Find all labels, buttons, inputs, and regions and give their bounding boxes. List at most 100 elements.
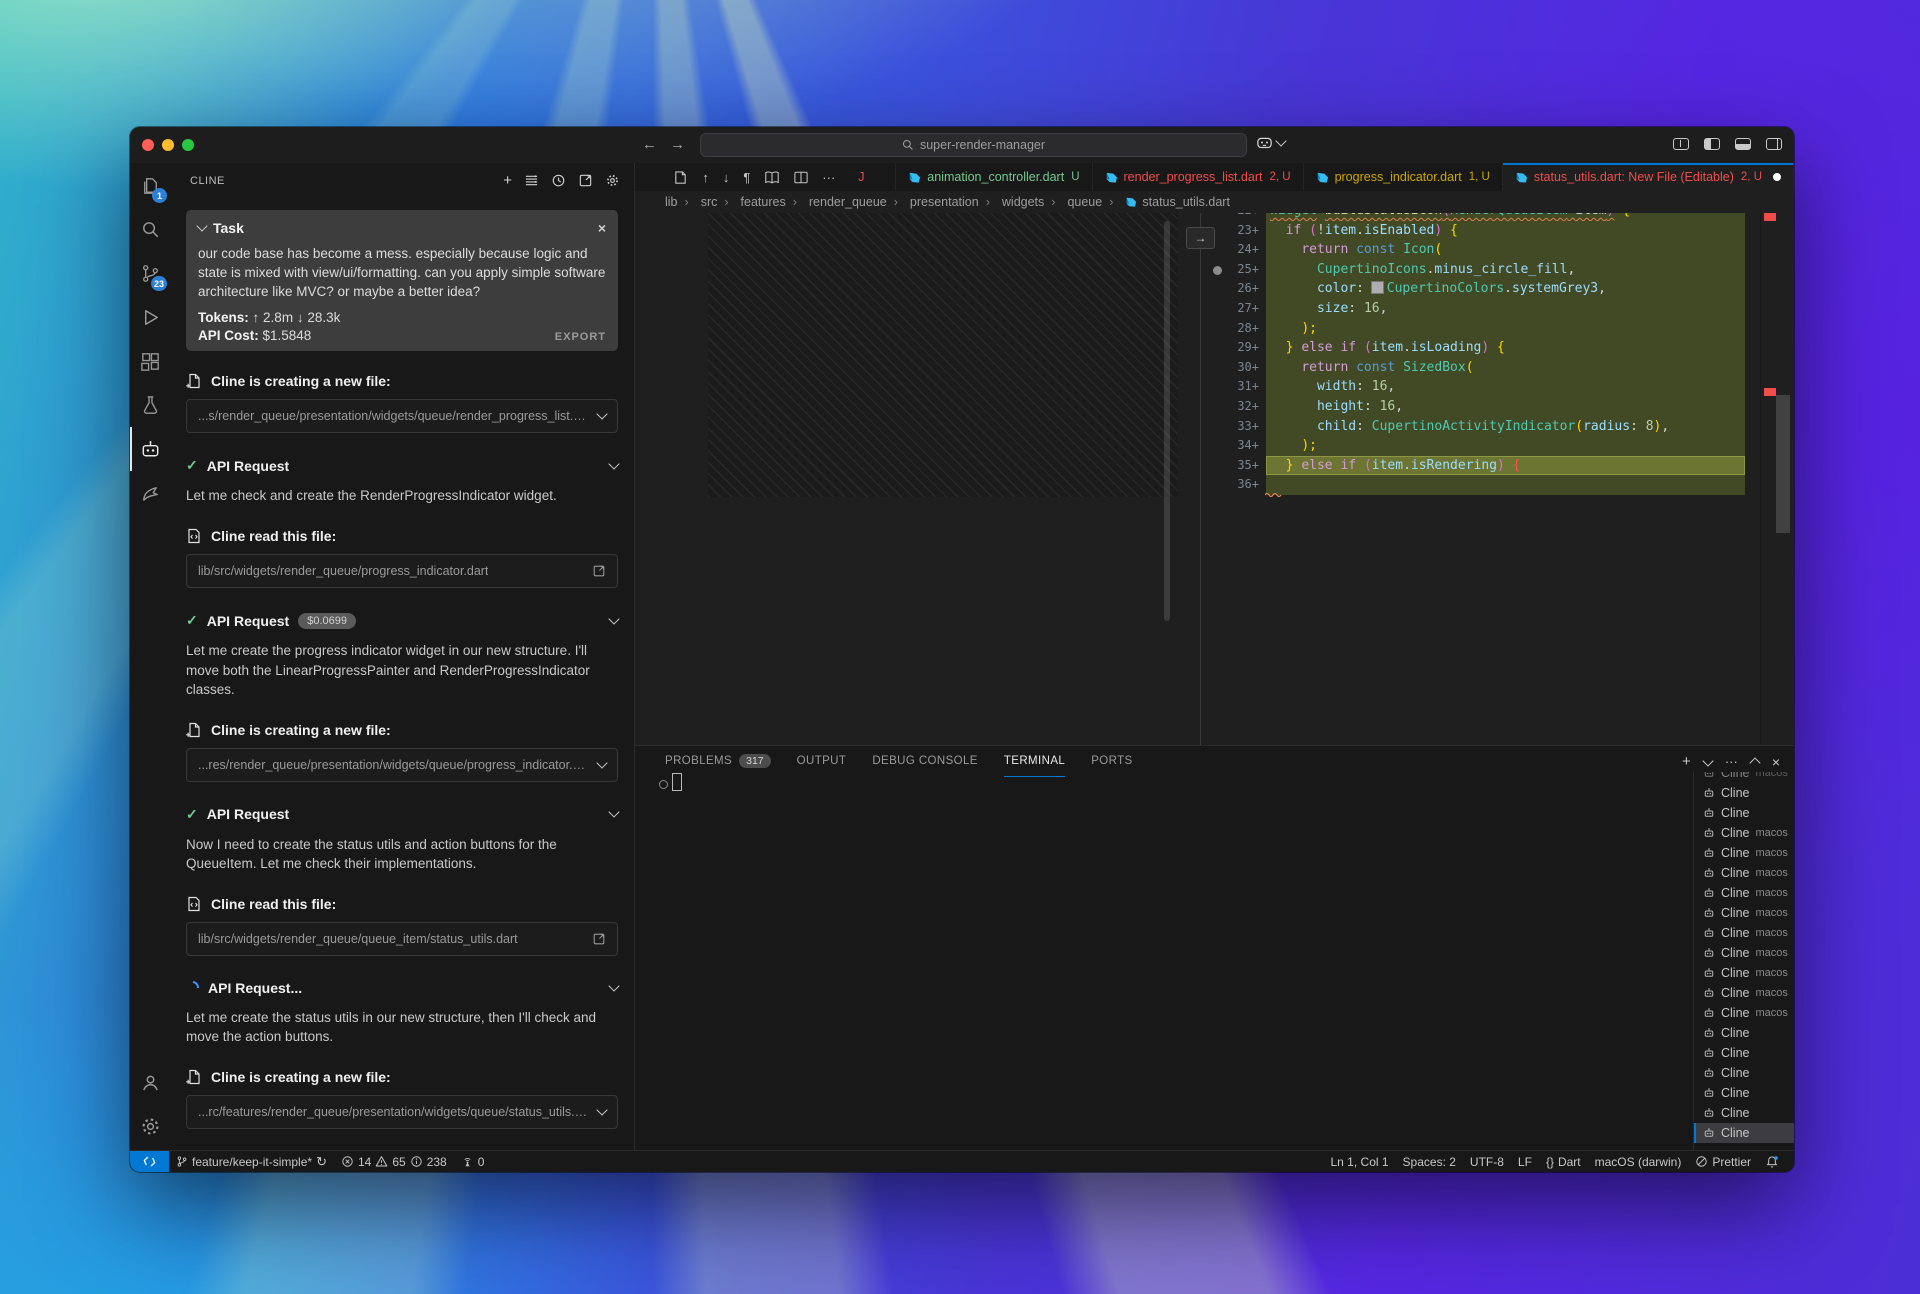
api-request-row[interactable]: ✓ API Request <box>186 806 618 823</box>
close-task-icon[interactable]: × <box>598 220 606 236</box>
breadcrumb-item[interactable]: status_utils.dart <box>1102 195 1230 209</box>
settings-gear-icon[interactable] <box>605 173 620 188</box>
sidebar-item-search[interactable] <box>130 207 170 251</box>
sidebar-item-cline[interactable] <box>130 427 170 471</box>
terminal-list-item[interactable]: Cline <box>1694 1083 1794 1103</box>
encoding-item[interactable]: UTF-8 <box>1463 1155 1511 1169</box>
breadcrumb-item[interactable]: render_queue <box>786 195 887 209</box>
file-path-box[interactable]: lib/src/widgets/render_queue/queue_item/… <box>186 922 618 956</box>
terminal-list-item[interactable]: Cline macos <box>1694 923 1794 943</box>
sidebar-item-source-control[interactable]: 23 <box>130 251 170 295</box>
formatter-item[interactable]: Prettier <box>1688 1155 1758 1169</box>
terminal-list-item[interactable]: Cline macos <box>1694 772 1794 783</box>
chevron-down-icon[interactable] <box>596 1104 607 1115</box>
panel-tab[interactable]: OUTPUT <box>797 746 847 777</box>
terminal-list-item[interactable]: Cline <box>1694 1063 1794 1083</box>
open-external-icon[interactable] <box>592 564 606 578</box>
terminal-list-item[interactable]: Cline macos <box>1694 863 1794 883</box>
new-task-icon[interactable]: + <box>503 172 512 189</box>
toggle-sidebar-icon[interactable] <box>1704 138 1720 150</box>
panel-tab[interactable]: PORTS <box>1091 746 1132 777</box>
terminal-list-item[interactable]: Cline macos <box>1694 943 1794 963</box>
problems-item[interactable]: 14 65 238 <box>334 1151 454 1172</box>
toggle-secondary-sidebar-icon[interactable] <box>1766 138 1782 150</box>
history-icon[interactable] <box>551 173 566 188</box>
language-item[interactable]: {} Dart <box>1539 1155 1588 1169</box>
terminal-list-item[interactable]: Cline <box>1694 1123 1794 1143</box>
accounts-button[interactable] <box>130 1060 170 1104</box>
cursor-position-item[interactable]: Ln 1, Col 1 <box>1324 1155 1396 1169</box>
minimize-window-button[interactable] <box>162 139 174 151</box>
breadcrumb-item[interactable]: queue <box>1044 195 1102 209</box>
terminal-list-item[interactable]: Cline macos <box>1694 823 1794 843</box>
back-icon[interactable]: ← <box>642 135 657 155</box>
terminal-list-item[interactable]: Cline <box>1694 1103 1794 1123</box>
command-center-search[interactable]: super-render-manager <box>700 133 1247 157</box>
api-request-row[interactable]: API Request... <box>186 980 618 996</box>
api-request-row[interactable]: ✓ API Request $0.0699 <box>186 612 618 629</box>
breadcrumb-item[interactable]: presentation <box>887 195 979 209</box>
panel-tab[interactable]: DEBUG CONSOLE <box>872 746 978 777</box>
editor-tab[interactable]: progress_indicator.dart 1, U <box>1304 163 1503 191</box>
panel-tab[interactable]: TERMINAL <box>1004 746 1065 777</box>
terminal-list-item[interactable]: Cline macos <box>1694 963 1794 983</box>
breadcrumb-item[interactable]: widgets <box>979 195 1045 209</box>
terminal-list-item[interactable]: Cline <box>1694 783 1794 803</box>
forward-icon[interactable]: → <box>670 135 685 155</box>
file-path-box[interactable]: ...res/render_queue/presentation/widgets… <box>186 748 618 782</box>
mcp-servers-icon[interactable] <box>524 173 539 188</box>
editor-tab[interactable]: render_progress_list.dart 2, U <box>1093 163 1304 191</box>
accessible-diff-icon[interactable] <box>764 171 780 184</box>
close-window-button[interactable] <box>142 139 154 151</box>
indentation-item[interactable]: Spaces: 2 <box>1396 1155 1463 1169</box>
next-change-icon[interactable]: ↓ <box>723 170 730 185</box>
pilcrow-icon[interactable]: ¶ <box>743 170 750 185</box>
zoom-window-button[interactable] <box>182 139 194 151</box>
split-editor-icon[interactable] <box>794 171 808 184</box>
terminal-list-item[interactable]: Cline <box>1694 1023 1794 1043</box>
api-request-row[interactable]: ✓ API Request <box>186 457 618 474</box>
terminal-list-item[interactable]: Cline macos <box>1694 983 1794 1003</box>
file-path-box[interactable]: lib/src/widgets/render_queue/progress_in… <box>186 554 618 588</box>
export-button[interactable]: EXPORT <box>555 331 606 343</box>
sidebar-item-run-debug[interactable] <box>130 295 170 339</box>
settings-button[interactable] <box>130 1104 170 1148</box>
terminal-cursor[interactable] <box>672 773 682 791</box>
chevron-down-icon[interactable] <box>596 757 607 768</box>
close-panel-icon[interactable]: × <box>1772 754 1780 770</box>
maximize-panel-icon[interactable] <box>1749 757 1760 768</box>
terminal-list-item[interactable]: Cline macos <box>1694 903 1794 923</box>
open-changes-icon[interactable] <box>673 170 688 185</box>
os-item[interactable]: macOS (darwin) <box>1588 1155 1689 1169</box>
chevron-down-icon[interactable] <box>608 980 619 991</box>
chevron-down-icon[interactable] <box>608 458 619 469</box>
editor-tab[interactable]: J <box>850 163 896 191</box>
chevron-down-icon[interactable] <box>608 807 619 818</box>
file-path-box[interactable]: ...s/render_queue/presentation/widgets/q… <box>186 399 618 433</box>
breadcrumb-item[interactable]: src <box>678 195 718 209</box>
editor-scrollbar[interactable] <box>1776 395 1790 533</box>
notifications-item[interactable] <box>1758 1155 1786 1169</box>
remote-indicator[interactable] <box>130 1151 169 1172</box>
chevron-down-icon[interactable] <box>596 409 607 420</box>
git-branch-item[interactable]: feature/keep-it-simple* ↻ <box>169 1151 334 1172</box>
terminal-list-item[interactable]: Cline <box>1694 803 1794 823</box>
breadcrumb-item[interactable]: features <box>717 195 785 209</box>
editor-tab[interactable]: status_utils.dart: New File (Editable) 2… <box>1503 163 1794 191</box>
open-external-icon[interactable] <box>592 932 606 946</box>
sidebar-item-extensions[interactable] <box>130 339 170 383</box>
copilot-menu[interactable] <box>1256 135 1285 150</box>
terminal-list-item[interactable]: Cline <box>1694 1043 1794 1063</box>
terminal-list-item[interactable]: Cline macos <box>1694 883 1794 903</box>
toggle-panel-icon[interactable] <box>1735 138 1751 150</box>
editor-tab[interactable]: animation_controller.dart U <box>896 163 1092 191</box>
left-scrollbar[interactable] <box>1164 221 1170 621</box>
previous-change-icon[interactable]: ↑ <box>702 170 709 185</box>
sidebar-item-roo-code[interactable] <box>130 471 170 515</box>
diff-revert-arrow[interactable]: → <box>1186 227 1215 249</box>
sidebar-item-testing[interactable] <box>130 383 170 427</box>
chevron-down-icon[interactable] <box>608 613 619 624</box>
terminal-list-item[interactable]: Cline macos <box>1694 843 1794 863</box>
file-path-box[interactable]: ...rc/features/render_queue/presentation… <box>186 1095 618 1129</box>
sidebar-item-explorer[interactable]: 1 <box>130 163 170 207</box>
